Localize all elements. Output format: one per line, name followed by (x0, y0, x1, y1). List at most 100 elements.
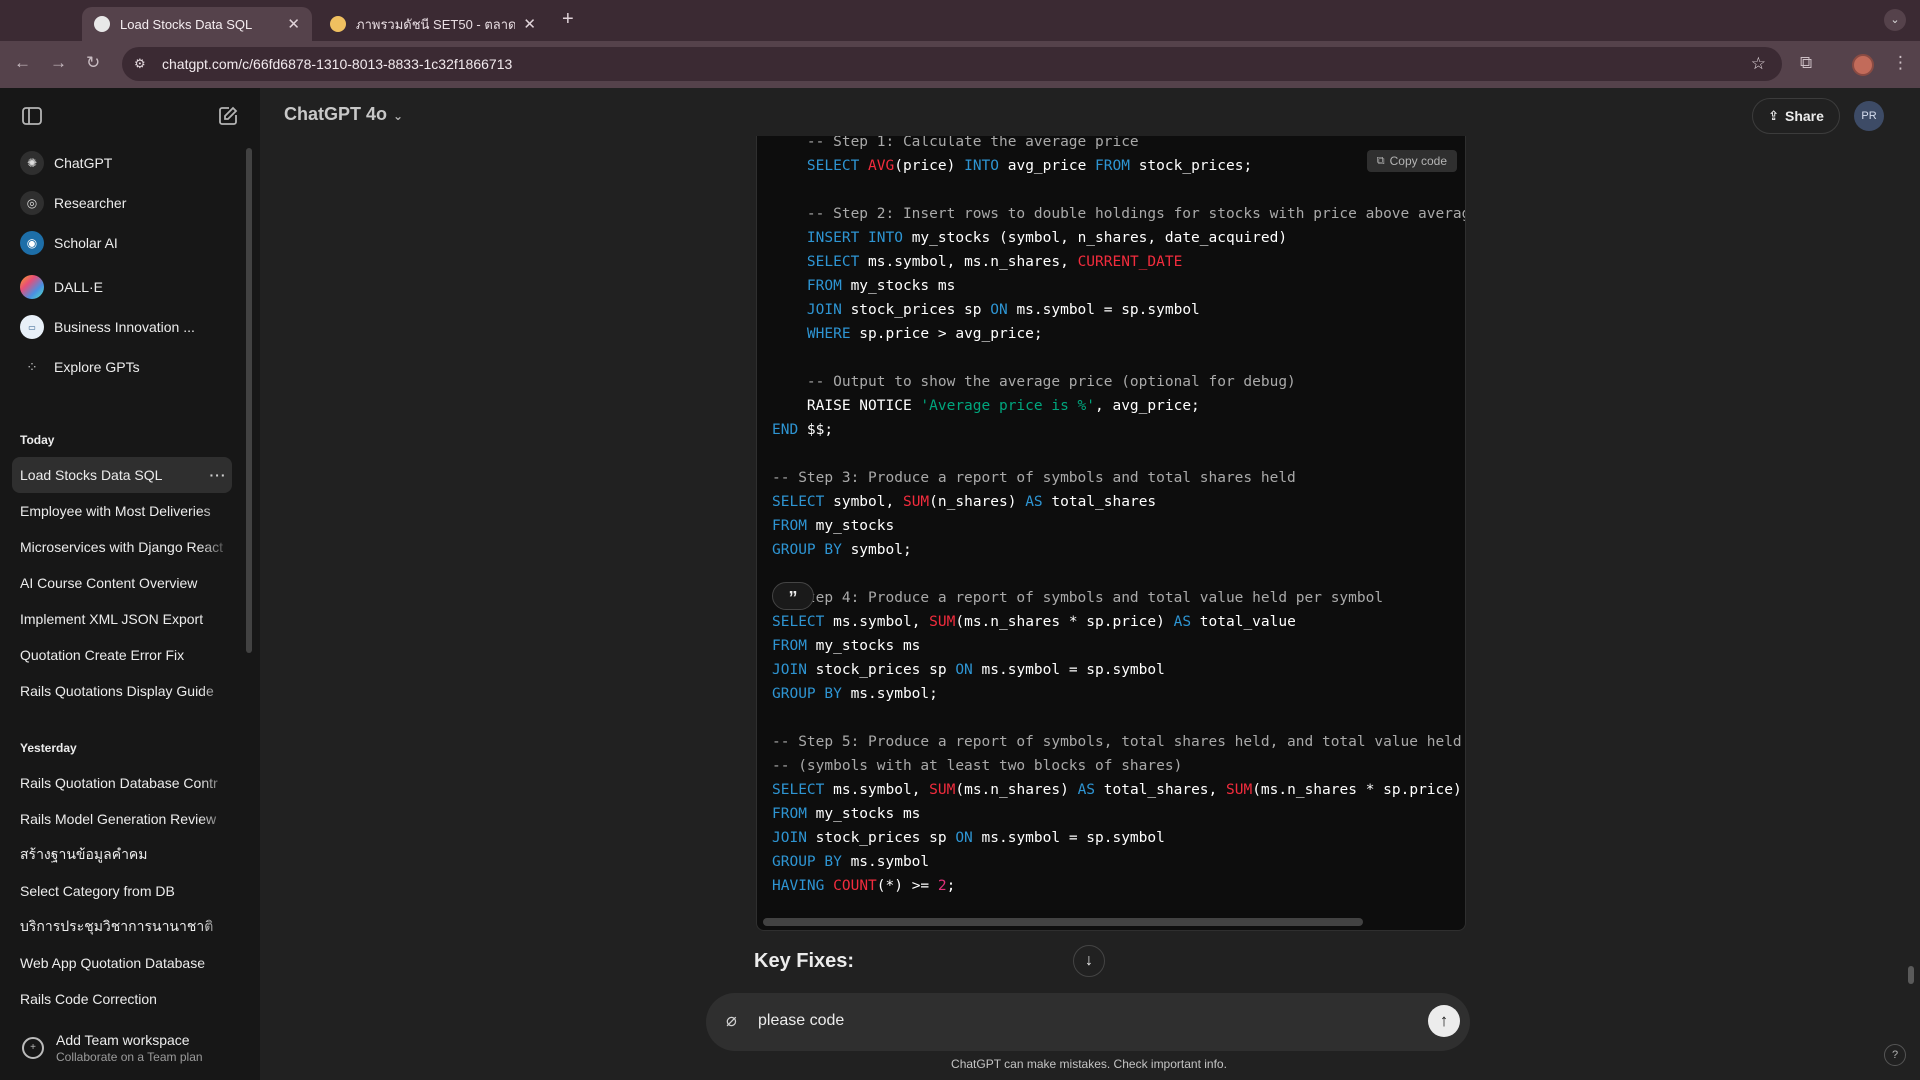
code-horizontal-scrollbar[interactable] (763, 918, 1363, 926)
code-token: -- Step 4: Produce a report of symbols a… (772, 590, 1384, 606)
code-line: -- Step 1: Calculate the average price (772, 136, 1465, 154)
copy-icon: ⧉ (1376, 154, 1385, 167)
code-line: -- Step 2: Insert rows to double holding… (772, 202, 1465, 226)
site-settings-icon[interactable]: ⚙ (134, 56, 150, 72)
history-item-label: บริการประชุมวิชาการนานาชาติ (20, 918, 214, 934)
history-item[interactable]: Rails Quotations Display Guide (12, 673, 232, 709)
code-token: ms.symbol; (841, 686, 938, 702)
gpt-label: ChatGPT (54, 155, 113, 171)
code-line: FROM my_stocks ms (772, 802, 1465, 826)
code-token: INSERT (806, 230, 860, 246)
browser-menu-icon[interactable]: ⋮ (1892, 53, 1909, 73)
close-tab-icon[interactable]: ✕ (523, 15, 536, 33)
history-item[interactable]: Load Stocks Data SQL ··· (12, 457, 232, 493)
reload-icon[interactable]: ↻ (86, 53, 100, 73)
gpt-label: Researcher (54, 195, 127, 211)
history-item[interactable]: Employee with Most Deliveries (12, 493, 232, 529)
toggle-sidebar-icon[interactable] (20, 104, 44, 128)
code-line: GROUP BY ms.symbol; (772, 682, 1465, 706)
history-item[interactable]: AI Course Content Overview (12, 565, 232, 601)
history-item[interactable]: Microservices with Django React (12, 529, 232, 565)
section-label-today: Today (20, 433, 55, 447)
send-arrow-icon[interactable]: ↑ (1428, 1005, 1460, 1037)
browser-tab-active[interactable]: Load Stocks Data SQL ✕ (82, 7, 312, 41)
history-item-label: Microservices with Django React (20, 539, 224, 555)
extensions-puzzle-icon[interactable]: ⧉ (1800, 53, 1812, 73)
url-text[interactable]: chatgpt.com/c/66fd6878-1310-8013-8833-1c… (162, 56, 512, 72)
gpt-label: Business Innovation ... (54, 319, 195, 335)
chevron-down-icon: ⌄ (393, 109, 404, 123)
quote-selection-button[interactable]: ” (772, 582, 814, 610)
history-item[interactable]: Rails Code Correction (12, 981, 232, 1017)
forward-arrow-icon[interactable]: → (50, 53, 67, 73)
prompt-input[interactable]: please code (758, 1012, 844, 1030)
tab-search-icon[interactable]: ⌄ (1884, 9, 1906, 31)
gpt-item-dalle[interactable]: DALL·E (12, 269, 232, 305)
gpt-item-scholar-ai[interactable]: ◉ Scholar AI (12, 225, 232, 261)
code-token: FROM (1095, 158, 1130, 174)
code-line: HAVING COUNT(*) >= 2; (772, 874, 1465, 898)
code-line: -- (symbols with at least two blocks of … (772, 754, 1465, 778)
code-line: GROUP BY ms.symbol (772, 850, 1465, 874)
main-scrollbar[interactable] (1908, 966, 1914, 984)
browser-profile-avatar[interactable] (1852, 54, 1874, 76)
history-item[interactable]: บริการประชุมวิชาการนานาชาติ (12, 909, 232, 945)
code-token: AS (1077, 782, 1096, 798)
gpt-item-chatgpt[interactable]: ✺ ChatGPT (12, 145, 232, 181)
code-line: JOIN stock_prices sp ON ms.symbol = sp.s… (772, 658, 1465, 682)
model-selector[interactable]: ChatGPT 4o ⌄ (284, 104, 403, 125)
history-item[interactable]: Web App Quotation Database (12, 945, 232, 981)
code-token: (ms.n_shares * sp.price) (1252, 782, 1466, 798)
code-content: -- Step 1: Calculate the average price S… (772, 136, 1466, 898)
explore-gpts-link[interactable]: ⁘ Explore GPTs (12, 349, 232, 385)
code-token: SELECT (806, 158, 860, 174)
copy-code-button[interactable]: ⧉ Copy code (1366, 150, 1457, 172)
code-token: END (772, 422, 799, 438)
code-token: AVG (868, 158, 895, 174)
share-button[interactable]: ⇪ Share (1752, 98, 1840, 134)
code-token: my_stocks ms (806, 638, 921, 654)
code-token: SELECT (806, 254, 860, 270)
avatar[interactable]: PR (1854, 101, 1884, 131)
code-line: FROM my_stocks ms (772, 634, 1465, 658)
message-composer[interactable]: ⌀ please code ↑ (706, 993, 1470, 1051)
history-item-label: Rails Quotation Database Contr (20, 775, 218, 791)
close-tab-icon[interactable]: ✕ (287, 15, 300, 33)
model-name: ChatGPT 4o (284, 104, 388, 124)
code-token: total_value (1191, 614, 1296, 630)
disclaimer-text: ChatGPT can make mistakes. Check importa… (951, 1057, 1227, 1071)
code-token: -- Step 5: Produce a report of symbols, … (772, 734, 1466, 750)
history-item-label: Employee with Most Deliveries (20, 503, 211, 519)
new-tab-icon[interactable]: + (562, 8, 574, 31)
gpt-item-researcher[interactable]: ◎ Researcher (12, 185, 232, 221)
code-line: JOIN stock_prices sp ON ms.symbol = sp.s… (772, 826, 1465, 850)
code-token: SELECT (772, 614, 825, 630)
scroll-to-bottom-button[interactable]: ↓ (1073, 945, 1105, 977)
bookmark-star-icon[interactable]: ☆ (1751, 54, 1766, 74)
gpt-item-business-innovation[interactable]: ▭ Business Innovation ... (12, 309, 232, 345)
history-item[interactable]: Select Category from DB (12, 873, 232, 909)
code-token: stock_prices sp (806, 662, 956, 678)
history-item[interactable]: Rails Quotation Database Contr (12, 765, 232, 801)
help-icon[interactable]: ? (1884, 1044, 1906, 1066)
more-options-icon[interactable]: ··· (204, 467, 232, 483)
code-token: ON (955, 830, 973, 846)
address-bar[interactable]: ⚙ chatgpt.com/c/66fd6878-1310-8013-8833-… (122, 47, 1782, 81)
back-arrow-icon[interactable]: ← (14, 53, 31, 73)
history-item[interactable]: Rails Model Generation Review (12, 801, 232, 837)
code-token: ms.symbol = sp.symbol (972, 830, 1165, 846)
code-line: RAISE NOTICE 'Average price is %', avg_p… (772, 394, 1465, 418)
history-item[interactable]: สร้างฐานข้อมูลคำคม (12, 837, 232, 873)
paperclip-attach-icon[interactable]: ⌀ (726, 1010, 737, 1031)
share-label: Share (1784, 108, 1824, 124)
sidebar-scrollbar[interactable] (246, 148, 252, 653)
new-chat-icon[interactable] (216, 104, 240, 128)
code-token: SUM (929, 782, 956, 798)
code-token: ms.symbol, (824, 782, 930, 798)
browser-tab[interactable]: ภาพรวมดัชนี SET50 - ตลาดหลั ✕ (318, 7, 548, 41)
code-line: -- Step 3: Produce a report of symbols a… (772, 466, 1465, 490)
history-item[interactable]: Implement XML JSON Export (12, 601, 232, 637)
history-item[interactable]: Quotation Create Error Fix (12, 637, 232, 673)
